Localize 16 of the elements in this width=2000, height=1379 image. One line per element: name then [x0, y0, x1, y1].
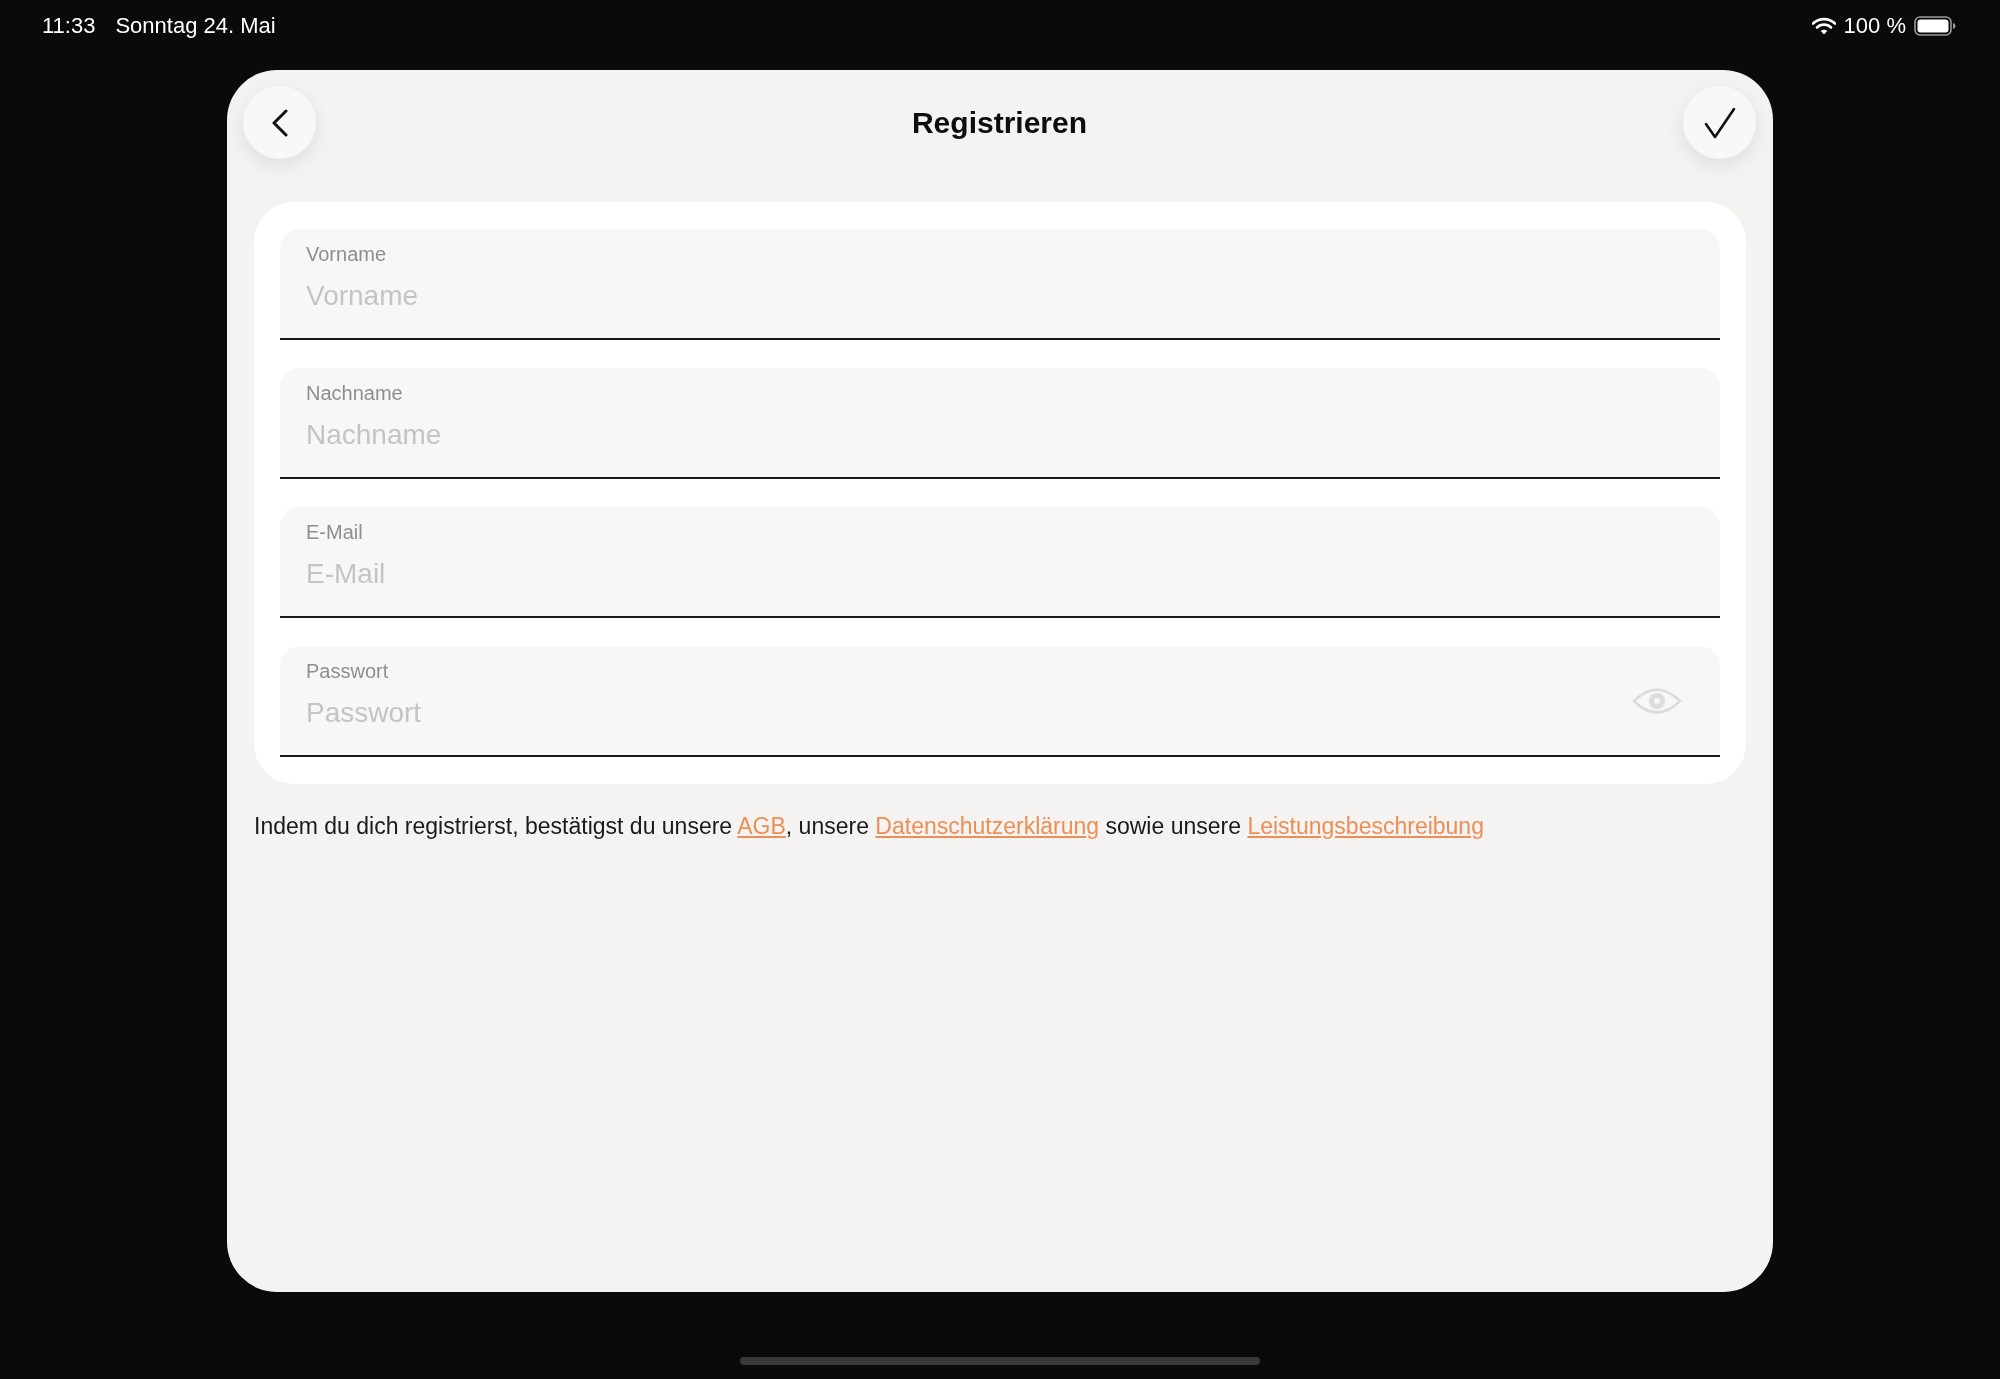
- field-label: Nachname: [306, 381, 403, 405]
- battery-percent: 100 %: [1843, 13, 1906, 39]
- page-title: Registrieren: [911, 105, 1088, 140]
- chevron-left-icon: [271, 108, 288, 137]
- consent-text: Indem du dich registrierst, bestätigst du unsere AGB, unsere Datenschutzerklärung sowie unsere Leistungsbeschreibung: [254, 812, 1485, 841]
- field-label: Passwort: [306, 659, 389, 683]
- field-label: Vorname: [306, 242, 387, 266]
- field-label: E-Mail: [306, 520, 363, 544]
- text-link[interactable]: Leistungsbeschreibung: [1247, 813, 1484, 839]
- battery-icon: [1914, 16, 1956, 36]
- status-date: Sonntag 24. Mai: [115, 13, 276, 39]
- wifi-icon: [1811, 17, 1836, 35]
- text-link[interactable]: Datenschutzerklärung: [875, 813, 1100, 839]
- check-icon: [1703, 106, 1736, 139]
- status-time: 11:33: [42, 13, 96, 39]
- text-link[interactable]: AGB: [737, 813, 786, 839]
